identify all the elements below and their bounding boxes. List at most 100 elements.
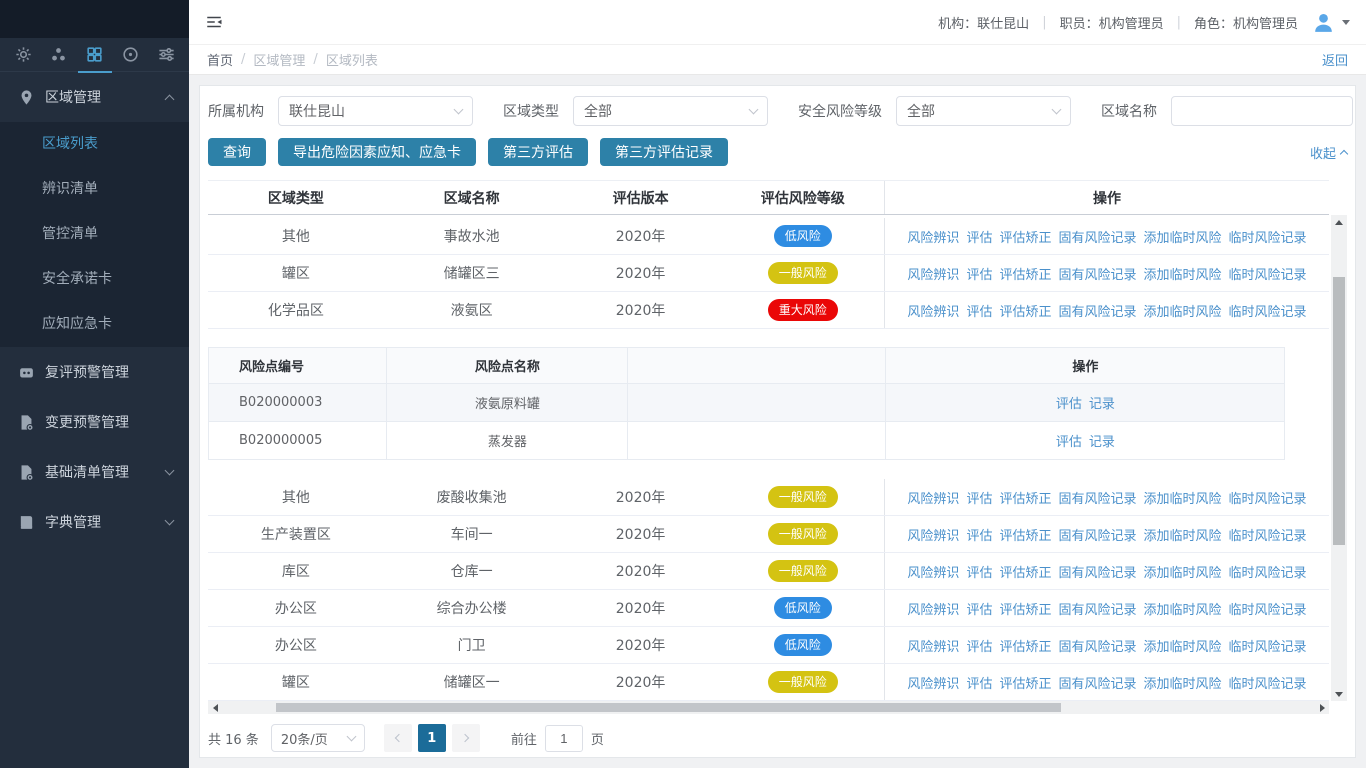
collapse-filters-link[interactable]: 收起: [1310, 143, 1347, 162]
sidebar-item-base-list-mgmt[interactable]: 基础清单管理: [0, 447, 189, 497]
op-link[interactable]: 评估: [966, 264, 992, 283]
op-link[interactable]: 添加临时风险: [1143, 673, 1221, 692]
op-link[interactable]: 风险辨识: [907, 599, 959, 618]
op-link[interactable]: 评估矫正: [999, 673, 1051, 692]
sidebar-item-review-warning[interactable]: 复评预警管理: [0, 347, 189, 397]
scroll-left-arrow[interactable]: [208, 701, 222, 714]
op-link[interactable]: 评估: [966, 673, 992, 692]
org-select[interactable]: 联仕昆山: [278, 96, 473, 126]
prev-page-button[interactable]: [384, 724, 412, 752]
op-link[interactable]: 临时风险记录: [1229, 488, 1307, 507]
op-link[interactable]: 固有风险记录: [1058, 599, 1136, 618]
goto-page-input[interactable]: [545, 725, 583, 752]
back-button[interactable]: 返回: [1322, 50, 1348, 69]
scroll-right-arrow[interactable]: [1315, 701, 1329, 714]
op-link[interactable]: 记录: [1089, 393, 1115, 412]
region-name-input[interactable]: [1171, 96, 1353, 126]
op-link[interactable]: 固有风险记录: [1058, 525, 1136, 544]
op-link[interactable]: 记录: [1089, 431, 1115, 450]
op-link[interactable]: 评估: [966, 599, 992, 618]
op-link[interactable]: 评估: [966, 227, 992, 246]
sidebar-item-control-list[interactable]: 管控清单: [0, 212, 189, 257]
op-link[interactable]: 风险辨识: [907, 525, 959, 544]
scroll-down-arrow[interactable]: [1331, 687, 1347, 701]
op-link[interactable]: 临时风险记录: [1229, 227, 1307, 246]
op-link[interactable]: 评估矫正: [999, 227, 1051, 246]
collapse-sidebar-icon[interactable]: [205, 13, 223, 31]
op-link[interactable]: 添加临时风险: [1143, 264, 1221, 283]
risk-level-select[interactable]: 全部: [896, 96, 1071, 126]
target-icon[interactable]: [120, 45, 140, 65]
horizontal-scrollbar-thumb[interactable]: [276, 703, 1061, 712]
op-link[interactable]: 临时风险记录: [1229, 525, 1307, 544]
op-link[interactable]: 添加临时风险: [1143, 599, 1221, 618]
sidebar-item-dict-mgmt[interactable]: 字典管理: [0, 497, 189, 547]
sidebar-item-emergency-card[interactable]: 应知应急卡: [0, 302, 189, 347]
breadcrumb-region-mgmt[interactable]: 区域管理: [253, 50, 305, 69]
op-link[interactable]: 固有风险记录: [1058, 301, 1136, 320]
sidebar-item-safety-card[interactable]: 安全承诺卡: [0, 257, 189, 302]
op-link[interactable]: 临时风险记录: [1229, 636, 1307, 655]
op-link[interactable]: 风险辨识: [907, 562, 959, 581]
page-size-select[interactable]: 20条/页: [271, 724, 365, 752]
op-link[interactable]: 评估矫正: [999, 562, 1051, 581]
op-link[interactable]: 固有风险记录: [1058, 562, 1136, 581]
sliders-icon[interactable]: [156, 45, 176, 65]
sidebar-item-change-warning[interactable]: 变更预警管理: [0, 397, 189, 447]
op-link[interactable]: 风险辨识: [907, 636, 959, 655]
op-link[interactable]: 风险辨识: [907, 488, 959, 507]
op-link[interactable]: 添加临时风险: [1143, 488, 1221, 507]
nodes-icon[interactable]: [49, 45, 69, 65]
op-link[interactable]: 添加临时风险: [1143, 636, 1221, 655]
vertical-scrollbar-thumb[interactable]: [1333, 277, 1345, 545]
op-link[interactable]: 评估矫正: [999, 488, 1051, 507]
op-link[interactable]: 临时风险记录: [1229, 673, 1307, 692]
query-button[interactable]: 查询: [208, 138, 266, 166]
op-link[interactable]: 评估: [1056, 431, 1082, 450]
op-link[interactable]: 评估: [1056, 393, 1082, 412]
cell-region-name: 储罐区一: [384, 664, 560, 700]
op-link[interactable]: 临时风险记录: [1229, 264, 1307, 283]
op-link[interactable]: 临时风险记录: [1229, 301, 1307, 320]
op-link[interactable]: 风险辨识: [907, 264, 959, 283]
op-link[interactable]: 评估矫正: [999, 264, 1051, 283]
sidebar-item-region-list[interactable]: 区域列表: [0, 122, 189, 167]
op-link[interactable]: 固有风险记录: [1058, 264, 1136, 283]
op-link[interactable]: 评估: [966, 562, 992, 581]
grid-icon[interactable]: [85, 45, 105, 65]
filter-risk-level-label: 安全风险等级: [798, 101, 882, 121]
gear-icon[interactable]: [13, 45, 33, 65]
export-card-button[interactable]: 导出危险因素应知、应急卡: [278, 138, 476, 166]
op-link[interactable]: 固有风险记录: [1058, 227, 1136, 246]
op-link[interactable]: 添加临时风险: [1143, 562, 1221, 581]
sidebar-item-region-mgmt[interactable]: 区域管理: [0, 72, 189, 122]
sidebar-item-identify-list[interactable]: 辨识清单: [0, 167, 189, 212]
op-link[interactable]: 评估矫正: [999, 525, 1051, 544]
op-link[interactable]: 固有风险记录: [1058, 636, 1136, 655]
user-menu[interactable]: [1311, 10, 1350, 35]
third-party-records-button[interactable]: 第三方评估记录: [600, 138, 728, 166]
op-link[interactable]: 评估: [966, 301, 992, 320]
op-link[interactable]: 添加临时风险: [1143, 301, 1221, 320]
op-link[interactable]: 评估: [966, 636, 992, 655]
op-link[interactable]: 添加临时风险: [1143, 227, 1221, 246]
op-link[interactable]: 添加临时风险: [1143, 525, 1221, 544]
scroll-up-arrow[interactable]: [1331, 215, 1347, 229]
op-link[interactable]: 评估矫正: [999, 599, 1051, 618]
page-button-1[interactable]: 1: [418, 724, 446, 752]
op-link[interactable]: 临时风险记录: [1229, 562, 1307, 581]
breadcrumb-home[interactable]: 首页: [207, 50, 233, 69]
op-link[interactable]: 评估矫正: [999, 301, 1051, 320]
op-link[interactable]: 风险辨识: [907, 301, 959, 320]
op-link[interactable]: 评估: [966, 488, 992, 507]
op-link[interactable]: 评估矫正: [999, 636, 1051, 655]
op-link[interactable]: 固有风险记录: [1058, 673, 1136, 692]
next-page-button[interactable]: [452, 724, 480, 752]
op-link[interactable]: 临时风险记录: [1229, 599, 1307, 618]
op-link[interactable]: 固有风险记录: [1058, 488, 1136, 507]
op-link[interactable]: 风险辨识: [907, 673, 959, 692]
op-link[interactable]: 评估: [966, 525, 992, 544]
region-type-select[interactable]: 全部: [573, 96, 768, 126]
op-link[interactable]: 风险辨识: [907, 227, 959, 246]
third-party-eval-button[interactable]: 第三方评估: [488, 138, 588, 166]
